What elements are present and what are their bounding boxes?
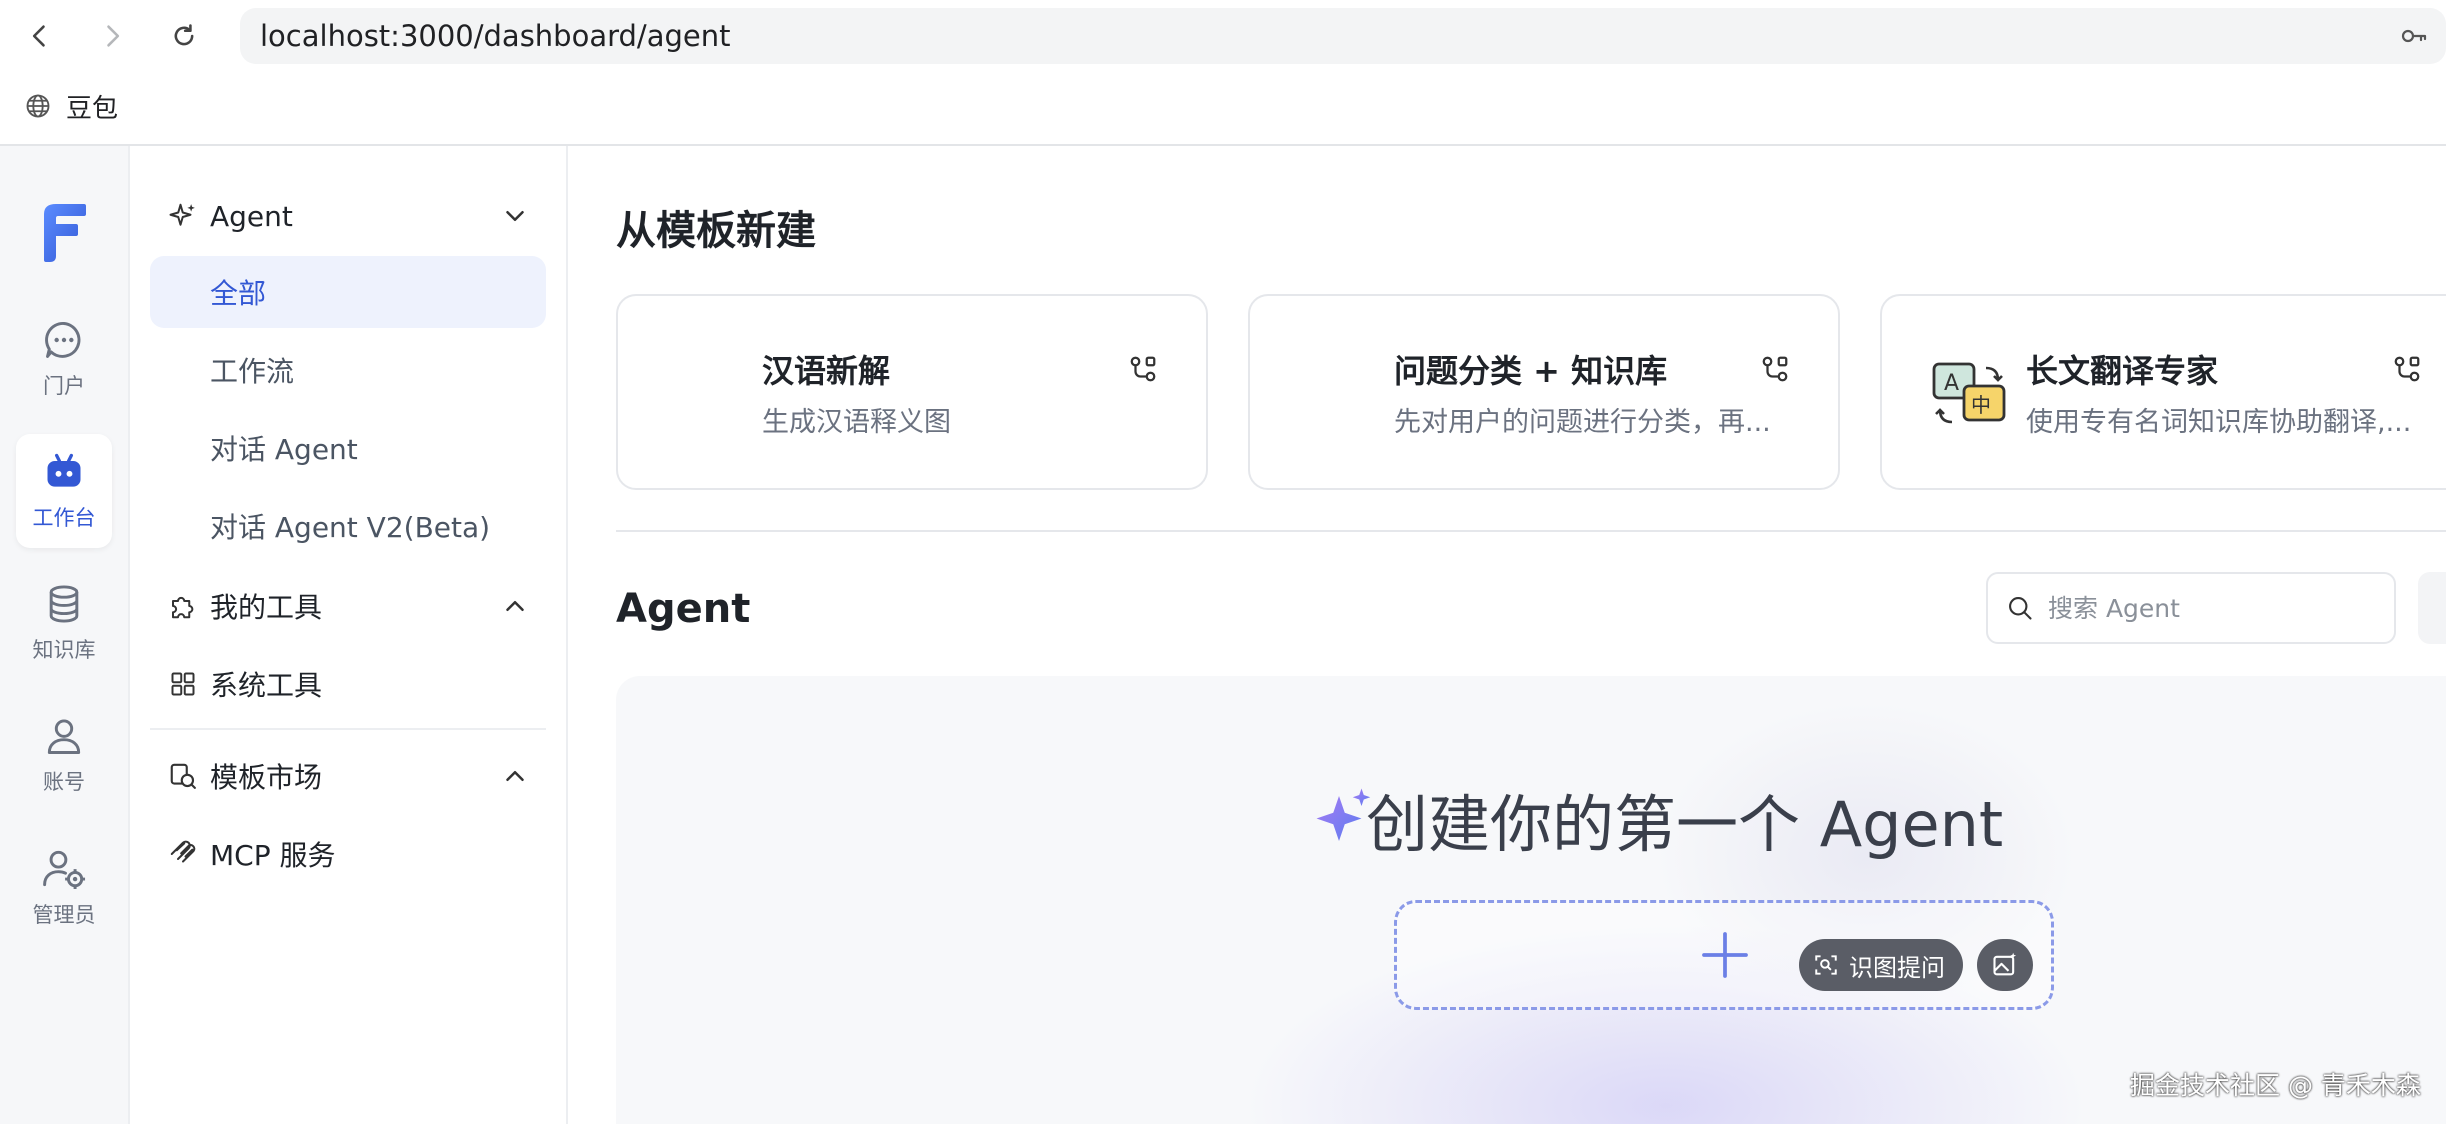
section-divider <box>616 530 2446 532</box>
rail-label: 工作台 <box>32 506 96 530</box>
template-card[interactable]: 汉语新解 生成汉语释义图 <box>616 294 1208 490</box>
create-agent-dropzone[interactable]: 识图提问 <box>1394 900 2054 1010</box>
back-icon <box>32 25 45 47</box>
workflow-icon <box>1128 354 1158 388</box>
grid-icon <box>166 667 200 701</box>
main-content: 从模板新建 汉语新解 生成汉语释义图 问题分类 + 知识库 先对用户的问题进行分… <box>568 146 2446 1124</box>
user-gear-icon <box>43 850 86 890</box>
scan-image-icon <box>1815 955 1837 975</box>
logo-icon <box>44 204 86 262</box>
bookmark-label: 豆包 <box>66 93 119 124</box>
template-title: 问题分类 + 知识库 <box>1394 352 1668 390</box>
chat-bubble-icon <box>45 322 81 358</box>
search-input[interactable] <box>2048 593 2368 623</box>
sidebar-item-chat-agent[interactable]: 对话 Agent <box>150 412 546 484</box>
forward-icon <box>107 25 120 47</box>
group-my-tools[interactable]: 我的工具 <box>166 576 530 636</box>
chevron-up-icon <box>506 601 524 611</box>
item-label: 系统工具 <box>210 669 323 702</box>
secondary-sidebar: Agent 全部 工作流 对话 Agent 对话 Agent V2(Beta) … <box>130 146 568 1124</box>
sidebar-divider <box>150 728 546 730</box>
workflow-icon <box>2392 354 2422 388</box>
app-logo[interactable] <box>36 200 92 270</box>
template-icon <box>166 759 200 793</box>
template-card[interactable]: A 中 长文翻译专家 使用专有名词知识库协助翻译,... <box>1880 294 2446 490</box>
create-button-partial[interactable] <box>2418 572 2446 644</box>
address-bar[interactable]: localhost:3000/dashboard/agent <box>240 8 2446 64</box>
plus-icon <box>1702 932 1748 978</box>
rail-label: 账号 <box>43 770 85 794</box>
back-button[interactable] <box>16 12 64 60</box>
rail-item-workbench[interactable]: 工作台 <box>16 434 112 548</box>
template-desc: 生成汉语释义图 <box>762 407 951 438</box>
image-question-button[interactable]: 识图提问 <box>1799 939 1963 991</box>
sidebar-item-mcp[interactable]: MCP 服务 <box>166 824 530 884</box>
translate-avatar-icon: A 中 <box>1932 360 2008 430</box>
workflow-icon <box>1760 354 1790 388</box>
template-title: 汉语新解 <box>762 352 891 390</box>
svg-text:A: A <box>1944 371 1959 396</box>
watermark: 掘金技术社区 @ 青禾木森 <box>2130 1071 2421 1100</box>
rail-label: 管理员 <box>32 903 96 927</box>
agent-section-title: Agent <box>616 586 751 632</box>
sidebar-item-all[interactable]: 全部 <box>150 256 546 328</box>
sidebar-item-chat-agent-v2[interactable]: 对话 Agent V2(Beta) <box>150 490 546 562</box>
template-desc: 先对用户的问题进行分类，再... <box>1394 407 1771 438</box>
search-box[interactable] <box>1986 572 2396 644</box>
sidebar-item-system-tools[interactable]: 系统工具 <box>166 654 530 714</box>
template-section-title: 从模板新建 <box>616 208 816 254</box>
puzzle-icon <box>166 589 200 623</box>
browser-chrome: localhost:3000/dashboard/agent 豆包 <box>0 0 2446 146</box>
search-icon <box>2009 597 2032 620</box>
password-key-icon[interactable] <box>2400 24 2428 52</box>
chevron-down-icon <box>506 211 524 221</box>
rail-label: 知识库 <box>32 638 96 662</box>
forward-button[interactable] <box>88 12 136 60</box>
app-rail: 门户 工作台 知识库 账号 管理员 <box>0 146 130 1124</box>
reload-button[interactable] <box>160 12 208 60</box>
group-agent[interactable]: Agent <box>166 186 530 246</box>
image-question-label: 识图提问 <box>1849 953 1945 982</box>
upload-image-button[interactable] <box>1977 939 2033 991</box>
globe-icon <box>26 94 50 118</box>
rail-item-admin[interactable]: 管理员 <box>16 830 112 944</box>
mcp-icon <box>166 837 200 871</box>
empty-state-title: 创建你的第一个 Agent <box>1366 788 2004 861</box>
url-text[interactable]: localhost:3000/dashboard/agent <box>260 19 730 53</box>
item-label: MCP 服务 <box>210 839 336 872</box>
rail-item-knowledge[interactable]: 知识库 <box>16 566 112 680</box>
group-title: 模板市场 <box>210 761 323 794</box>
sparkle-icon <box>1316 788 1371 841</box>
reload-icon <box>174 24 194 46</box>
svg-text:中: 中 <box>1971 393 1991 417</box>
database-icon <box>49 585 79 623</box>
template-desc: 使用专有名词知识库协助翻译,... <box>2026 407 2412 438</box>
image-sparkle-icon <box>1993 952 2017 976</box>
bookmark-doubao[interactable]: 豆包 <box>24 86 118 126</box>
template-card[interactable]: 问题分类 + 知识库 先对用户的问题进行分类，再... <box>1248 294 1840 490</box>
group-template-market[interactable]: 模板市场 <box>166 746 530 806</box>
chevron-up-icon <box>506 771 524 781</box>
template-title: 长文翻译专家 <box>2026 352 2219 390</box>
user-icon <box>47 719 81 754</box>
rail-item-portal[interactable]: 门户 <box>16 302 112 416</box>
group-title: 我的工具 <box>210 591 323 624</box>
empty-state: 创建你的第一个 Agent 识图提问 <box>616 676 2446 1124</box>
rail-label: 门户 <box>43 374 85 398</box>
rail-item-account[interactable]: 账号 <box>16 698 112 812</box>
sparkle-outline-icon <box>166 199 200 233</box>
group-title: Agent <box>210 199 293 233</box>
robot-icon <box>47 453 81 487</box>
sidebar-item-workflow[interactable]: 工作流 <box>150 334 546 406</box>
